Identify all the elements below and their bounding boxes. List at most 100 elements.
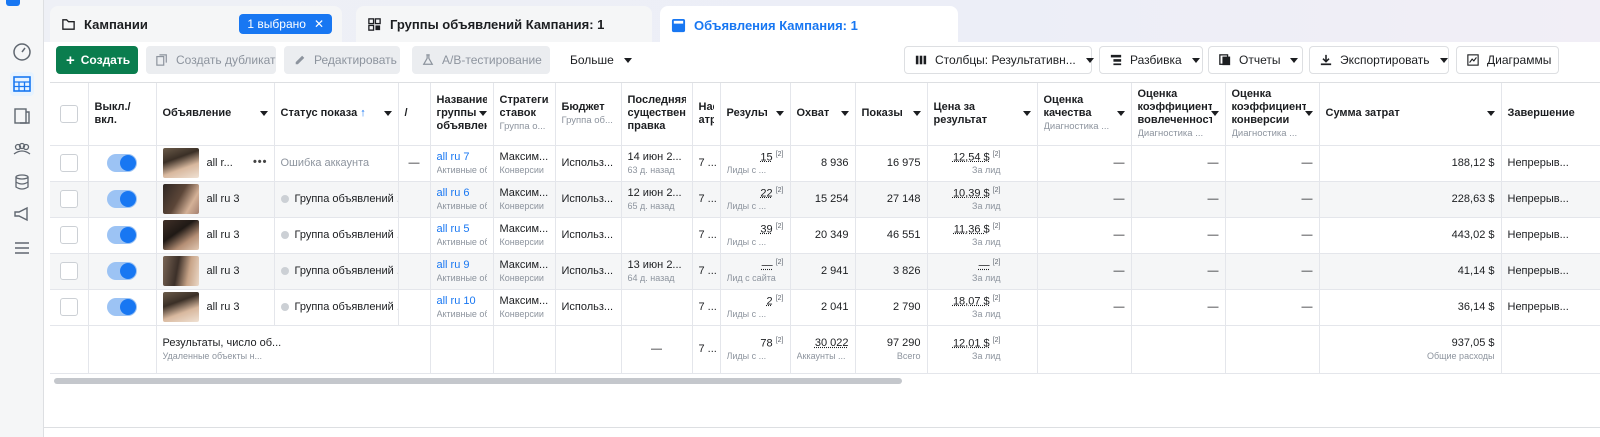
edit-button[interactable]: Редактировать	[284, 46, 400, 74]
row-checkbox[interactable]	[59, 154, 78, 172]
row-checkbox[interactable]	[59, 226, 78, 244]
adset-link[interactable]: all ru 5	[437, 223, 470, 235]
tab-ad-groups[interactable]: Группы объявлений Кампания: 1	[356, 6, 652, 42]
row-checkbox-cell[interactable]	[50, 217, 89, 254]
more-options-icon[interactable]: •••	[253, 156, 268, 168]
pages-icon[interactable]	[10, 104, 34, 128]
megaphone-icon[interactable]	[10, 202, 34, 226]
export-button[interactable]: Экспортировать	[1309, 46, 1449, 74]
header-conversion[interactable]: Оценка коэффициента конверсии Диагностика…	[1225, 83, 1320, 146]
header-spend[interactable]: Сумма затрат	[1319, 83, 1502, 146]
row-toggle-cell[interactable]	[88, 181, 157, 218]
adset-link[interactable]: all ru 7	[437, 151, 470, 163]
table-row[interactable]: all ru 3 Группа объявлений ... all ru 9 Акт…	[50, 253, 1600, 290]
tab-campaigns[interactable]: Кампании 1 выбрано ✕	[50, 6, 342, 42]
chevron-down-icon[interactable]	[383, 111, 392, 116]
row-checkbox-cell[interactable]	[50, 289, 89, 326]
header-ad[interactable]: Объявление	[156, 83, 275, 146]
chevron-down-icon[interactable]	[912, 111, 921, 116]
speedometer-icon[interactable]	[10, 40, 34, 64]
chevron-down-icon[interactable]	[775, 111, 784, 116]
adset-cell[interactable]: all ru 10 Активные объ...	[430, 289, 494, 326]
row-toggle-cell[interactable]	[88, 145, 157, 182]
header-reach[interactable]: Охват	[790, 83, 856, 146]
header-engagement[interactable]: Оценка коэффициента вовлеченностиДиагнос…	[1131, 83, 1226, 146]
header-end[interactable]: Завершение	[1501, 83, 1600, 146]
on-off-toggle[interactable]	[107, 190, 137, 208]
ad-cell[interactable]: all ru 3	[156, 253, 275, 290]
chevron-down-icon[interactable]	[1022, 111, 1031, 116]
ad-name[interactable]: all ru 3	[207, 265, 240, 277]
adset-cell[interactable]: all ru 7 Активные объ...	[430, 145, 494, 182]
header-impressions[interactable]: Показы	[855, 83, 928, 146]
on-off-toggle[interactable]	[107, 262, 137, 280]
chevron-down-icon[interactable]	[478, 111, 487, 116]
on-off-toggle[interactable]	[107, 298, 137, 316]
chevron-down-icon[interactable]	[840, 111, 849, 116]
header-quality[interactable]: Оценка качества Диагностика ...	[1037, 83, 1132, 146]
ad-name[interactable]: all ru 3	[207, 193, 240, 205]
header-select-all[interactable]	[50, 83, 89, 146]
row-checkbox-cell[interactable]	[50, 253, 89, 290]
header-narrow[interactable]: /	[398, 83, 431, 146]
adset-cell[interactable]: all ru 6 Активные объ...	[430, 181, 494, 218]
table-row[interactable]: all ru 3 Группа объявлений ... all ru 5 Акт…	[50, 217, 1600, 254]
row-checkbox-cell[interactable]	[50, 181, 89, 218]
sort-arrow-icon[interactable]: ↑	[360, 107, 366, 119]
row-checkbox[interactable]	[59, 298, 78, 316]
table-row[interactable]: all ru 3 Группа объявлений ... all ru 10 Ак…	[50, 289, 1600, 326]
row-checkbox[interactable]	[59, 190, 78, 208]
header-status[interactable]: Статус показа ↑	[274, 83, 399, 146]
header-adset[interactable]: Название группы объявлений	[430, 83, 494, 146]
reports-button[interactable]: Отчеты	[1208, 46, 1303, 74]
adset-link[interactable]: all ru 9	[437, 259, 470, 271]
horizontal-scrollbar[interactable]	[54, 378, 902, 384]
selected-badge[interactable]: 1 выбрано ✕	[239, 14, 332, 34]
adset-cell[interactable]: all ru 9 Активные объ...	[430, 253, 494, 290]
row-toggle-cell[interactable]	[88, 217, 157, 254]
ad-cell[interactable]: all ru 3	[156, 181, 275, 218]
ad-cell[interactable]: all ru 3	[156, 289, 275, 326]
duplicate-button[interactable]: Создать дубликат	[146, 46, 276, 74]
more-button[interactable]: Больше	[560, 46, 648, 74]
ad-cell[interactable]: all r... •••	[156, 145, 275, 182]
charts-button[interactable]: Диаграммы	[1456, 46, 1559, 74]
header-cpr[interactable]: Цена за результат	[927, 83, 1038, 146]
table-row[interactable]: all r... ••• Ошибка аккаунта — all ru 7 Актив…	[50, 145, 1600, 182]
ad-cell[interactable]: all ru 3	[156, 217, 275, 254]
header-budget[interactable]: Бюджет Группа об...	[555, 83, 622, 146]
table-row[interactable]: all ru 3 Группа объявлений ... all ru 6 Акт…	[50, 181, 1600, 218]
tab-ads[interactable]: Объявления Кампания: 1	[660, 6, 958, 44]
breakdown-button[interactable]: Разбивка	[1099, 46, 1203, 74]
ab-test-button[interactable]: A/B-тестирование	[412, 46, 550, 74]
on-off-toggle[interactable]	[107, 226, 137, 244]
ad-name[interactable]: all ru 3	[207, 301, 240, 313]
chevron-down-icon[interactable]	[1486, 111, 1495, 116]
menu-icon[interactable]	[10, 236, 34, 260]
table-icon[interactable]	[10, 72, 34, 96]
row-toggle-cell[interactable]	[88, 253, 157, 290]
chevron-down-icon[interactable]	[1304, 111, 1313, 116]
database-icon[interactable]	[10, 170, 34, 194]
row-checkbox-cell[interactable]	[50, 145, 89, 182]
on-off-toggle[interactable]	[107, 154, 137, 172]
adset-link[interactable]: all ru 10	[437, 295, 476, 307]
header-results[interactable]: Результаты	[720, 83, 791, 146]
header-attr[interactable]: Настройка атрибуции	[692, 83, 721, 146]
ad-name[interactable]: all ru 3	[207, 229, 240, 241]
columns-button[interactable]: Столбцы: Результативн...	[904, 46, 1094, 74]
adset-link[interactable]: all ru 6	[437, 187, 470, 199]
close-icon[interactable]: ✕	[314, 17, 324, 31]
app-logo[interactable]	[6, 0, 20, 6]
adset-cell[interactable]: all ru 5 Активные объ...	[430, 217, 494, 254]
select-all-checkbox[interactable]	[59, 104, 78, 123]
header-toggle[interactable]: Выкл./ вкл.	[88, 83, 157, 146]
row-checkbox[interactable]	[59, 262, 78, 280]
chevron-down-icon[interactable]	[259, 111, 268, 116]
chevron-down-icon[interactable]	[1116, 111, 1125, 116]
header-last-edit[interactable]: Последняя существенная правка	[621, 83, 693, 146]
header-bid[interactable]: Стратегия ставокГруппа о...	[493, 83, 556, 146]
chevron-down-icon[interactable]	[1210, 111, 1219, 116]
row-toggle-cell[interactable]	[88, 289, 157, 326]
ad-name[interactable]: all r...	[207, 157, 233, 169]
